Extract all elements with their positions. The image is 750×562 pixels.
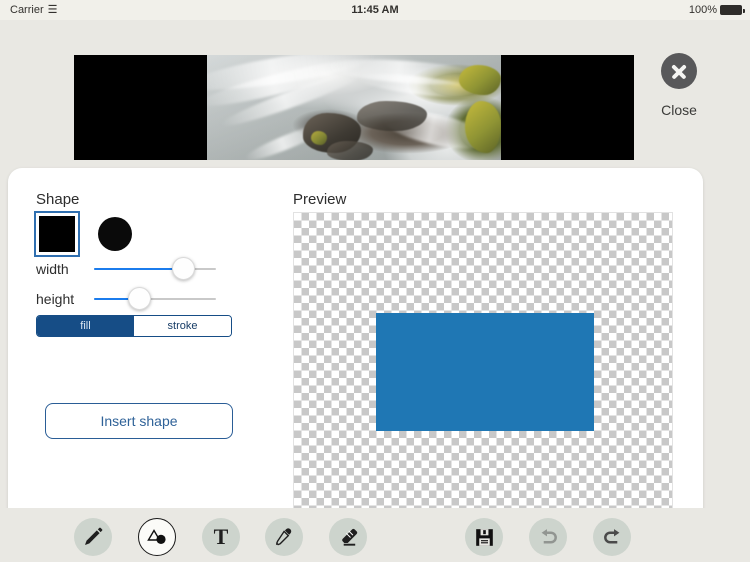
letterbox-left [74, 55, 207, 160]
height-slider-label: height [36, 291, 75, 307]
status-bar: Carrier ☰ 11:45 AM 100% [0, 0, 750, 20]
shape-swatch-row [34, 211, 132, 257]
canvas-area[interactable]: Close Shape Preview width height fill st [0, 20, 750, 528]
shape-swatch-square[interactable] [34, 211, 80, 257]
undo-arrow-icon [541, 528, 557, 544]
redo-action[interactable] [593, 518, 631, 556]
preview-section-title: Preview [293, 191, 347, 208]
floppy-disk-icon [475, 528, 493, 546]
pencil-icon [85, 527, 103, 545]
close-circle-icon[interactable] [661, 53, 697, 89]
close-label: Close [661, 102, 697, 118]
battery-percent-label: 100% [688, 4, 717, 16]
status-bar-clock: 11:45 AM [351, 4, 399, 16]
text-tool[interactable]: T [202, 518, 240, 556]
preview-rectangle [376, 313, 594, 431]
eraser-tool[interactable] [329, 518, 367, 556]
text-t-icon: T [213, 524, 229, 549]
width-slider-track[interactable] [94, 257, 216, 280]
undo-action[interactable] [529, 518, 567, 556]
insert-shape-button[interactable]: Insert shape [45, 403, 233, 439]
segment-fill[interactable]: fill [37, 316, 134, 336]
shapes-icon [147, 529, 166, 544]
bottom-toolbar: T [0, 508, 750, 562]
redo-arrow-icon [603, 528, 619, 544]
shapes-tool[interactable] [138, 518, 176, 556]
shape-preview-area [293, 212, 673, 509]
letterbox-right [501, 55, 634, 160]
status-bar-right: 100% [688, 4, 745, 16]
height-slider-row: height [36, 287, 236, 310]
segment-stroke[interactable]: stroke [134, 316, 231, 336]
width-slider-row: width [36, 257, 236, 280]
height-slider-track[interactable] [94, 287, 216, 310]
color-picker-tool[interactable] [265, 518, 303, 556]
fill-stroke-segmented-control: fill stroke [36, 315, 232, 337]
save-action[interactable] [465, 518, 503, 556]
shape-options-panel: Shape Preview width height fill stroke I… [8, 168, 703, 528]
waterfall-photo [207, 55, 501, 160]
width-slider-label: width [36, 261, 69, 277]
height-slider-knob[interactable] [128, 287, 152, 310]
close-control[interactable]: Close [650, 53, 708, 118]
photo-canvas[interactable] [74, 55, 634, 160]
shape-section-title: Shape [36, 191, 80, 208]
shape-swatch-circle[interactable] [98, 217, 132, 251]
eraser-icon [341, 528, 357, 546]
width-slider-knob[interactable] [172, 257, 196, 280]
battery-full-icon [720, 5, 745, 15]
pencil-tool[interactable] [74, 518, 112, 556]
eyedropper-icon [275, 528, 292, 546]
